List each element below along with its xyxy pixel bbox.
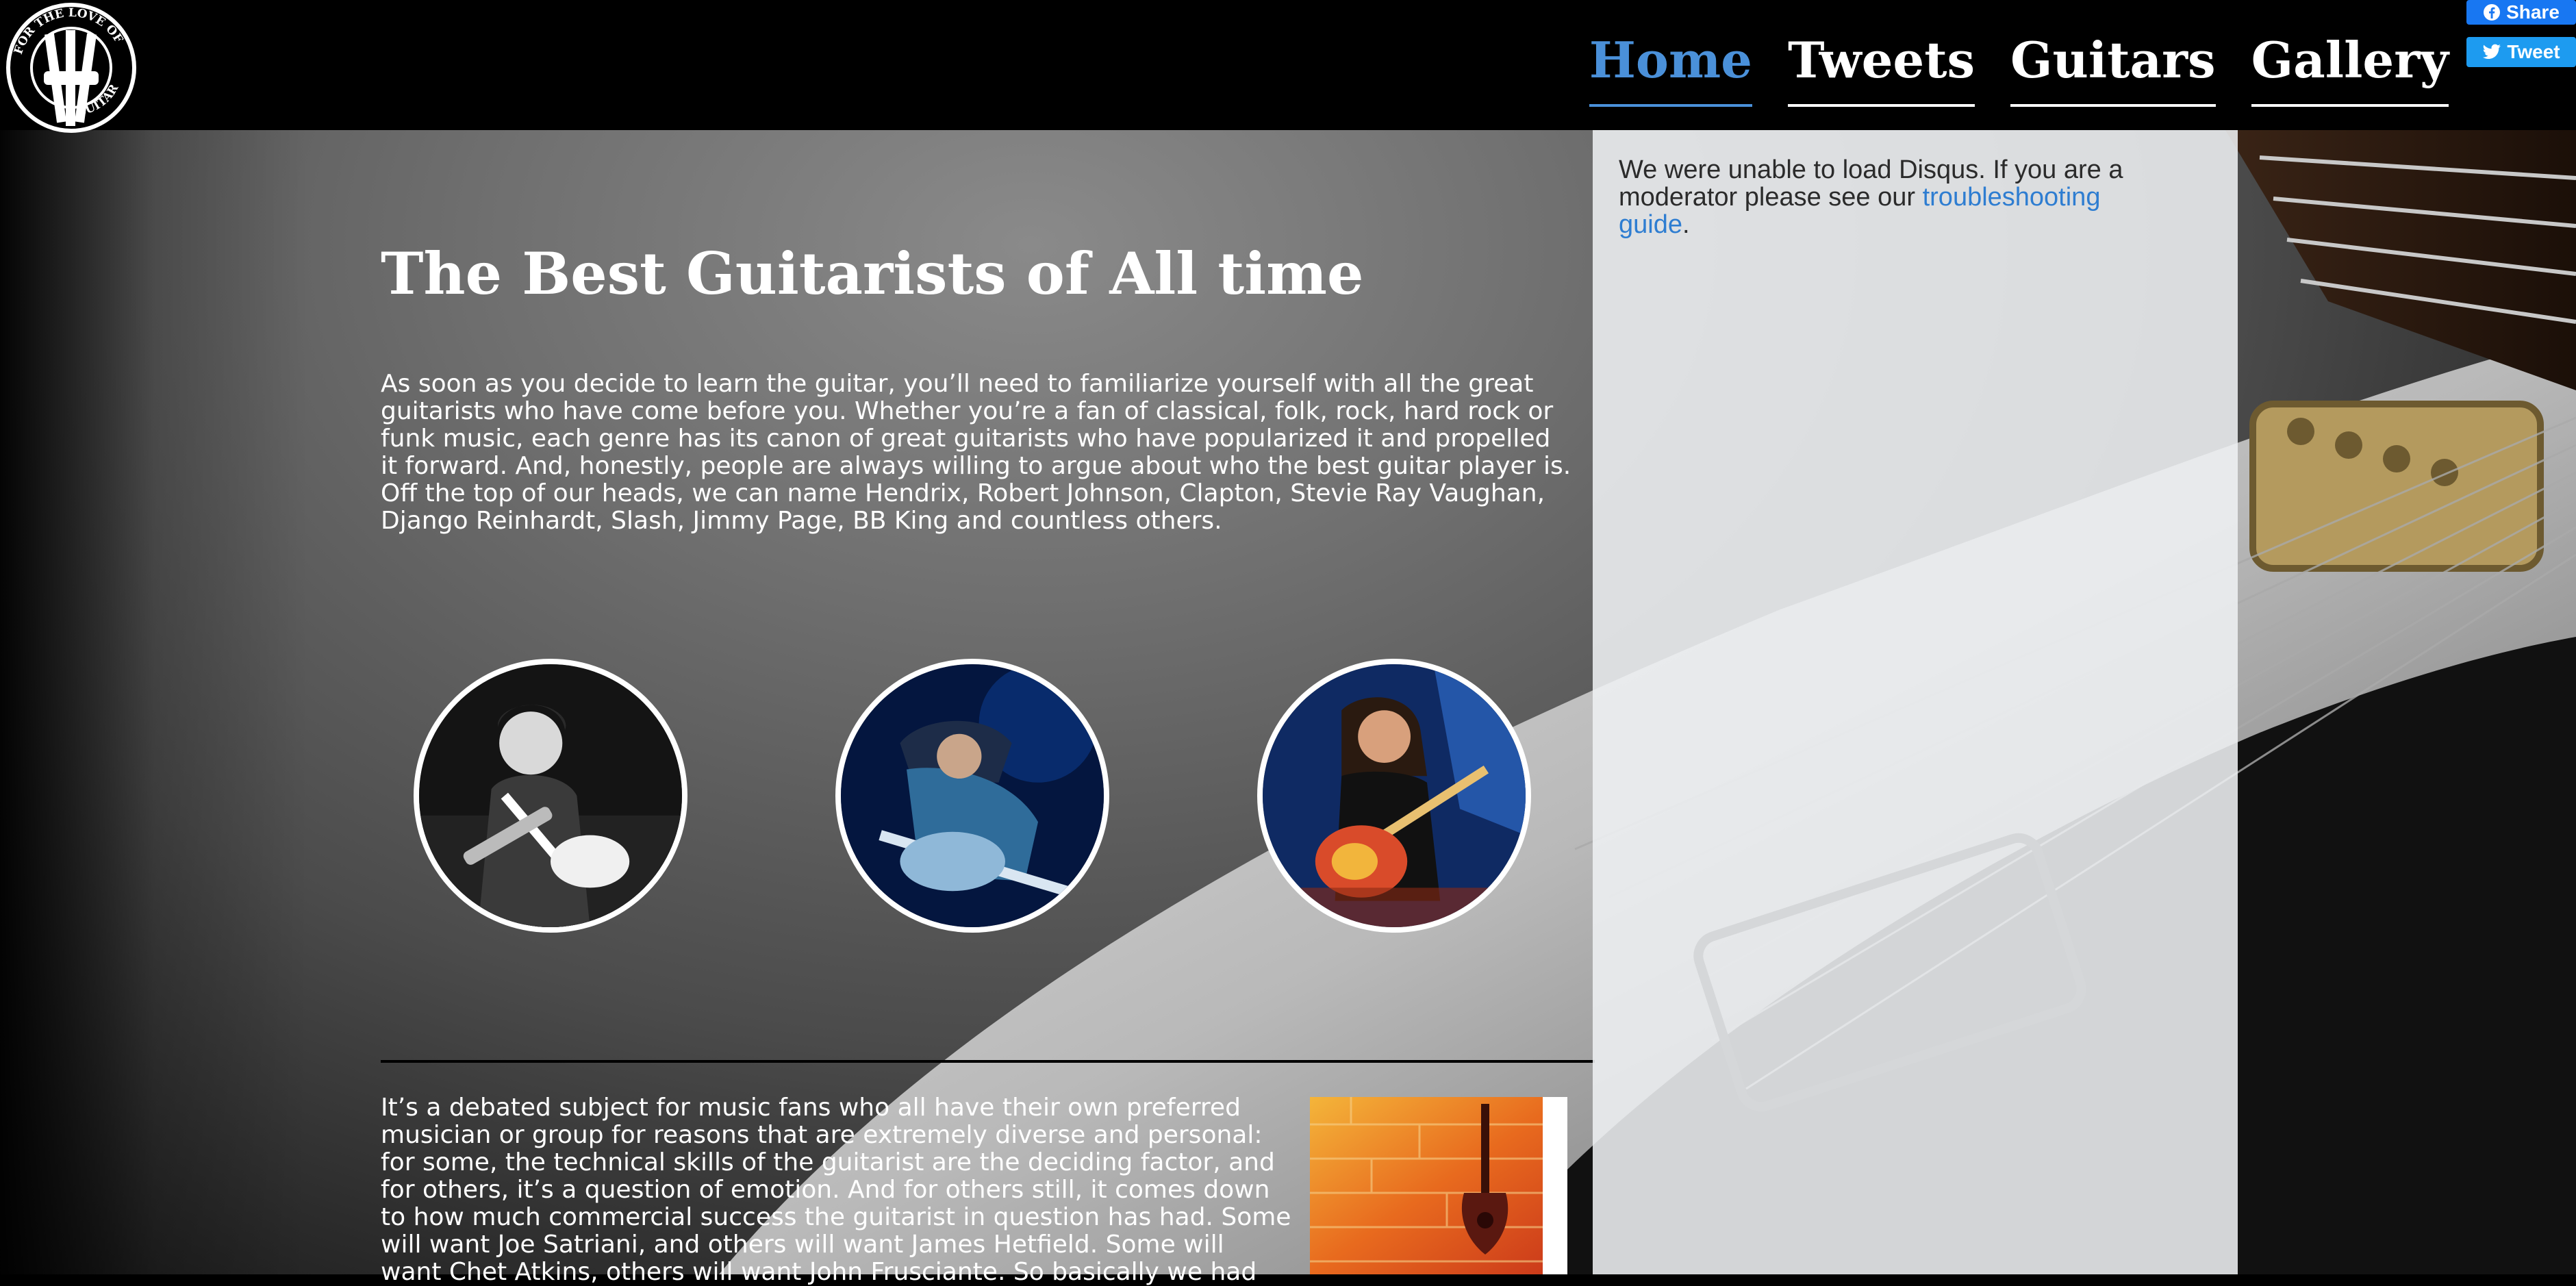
tweet-button[interactable]: Tweet (2466, 37, 2576, 67)
share-label: Share (2506, 1, 2560, 23)
tweet-label: Tweet (2507, 41, 2560, 62)
guitarist-photo-3 (1257, 659, 1531, 933)
nav-tweets[interactable]: Tweets (1787, 26, 1975, 107)
guitarist-photo-2 (835, 659, 1109, 933)
disqus-error-message: We were unable to load Disqus. If you ar… (1619, 156, 2167, 238)
nav-home[interactable]: Home (1589, 26, 1752, 107)
disqus-panel: We were unable to load Disqus. If you ar… (1593, 130, 2238, 1274)
main-nav: Home Tweets Guitars Gallery (1589, 26, 2449, 107)
site-logo[interactable]: FOR THE LOVE OF GUITAR (3, 3, 143, 136)
body-paragraph: It’s a debated subject for music fans wh… (381, 1094, 1291, 1286)
nav-guitars[interactable]: Guitars (2010, 26, 2216, 107)
facebook-share-button[interactable]: Share (2466, 0, 2576, 25)
intro-paragraph: As soon as you decide to learn the guita… (381, 370, 1571, 535)
guitarist-color-photo (1263, 664, 1526, 927)
facebook-icon (2484, 4, 2501, 21)
twitter-bird-icon (2483, 44, 2501, 59)
site-header: FOR THE LOVE OF GUITAR Home Tweets Guita… (0, 0, 2576, 133)
section-divider (381, 1060, 1595, 1063)
guitarist-bw-photo (419, 664, 682, 927)
guitar-wall-painting (1310, 1097, 1567, 1274)
disqus-message-end: . (1682, 210, 1690, 239)
guitarist-blue-photo (841, 664, 1104, 927)
guitar-art-image (1310, 1097, 1567, 1274)
social-buttons: Share Tweet (2466, 0, 2576, 79)
guitarist-photo-1 (414, 659, 687, 933)
guitar-logo-icon: FOR THE LOVE OF GUITAR (6, 3, 136, 133)
page-title: The Best Guitarists of All time (381, 240, 1364, 307)
nav-gallery[interactable]: Gallery (2251, 26, 2449, 107)
